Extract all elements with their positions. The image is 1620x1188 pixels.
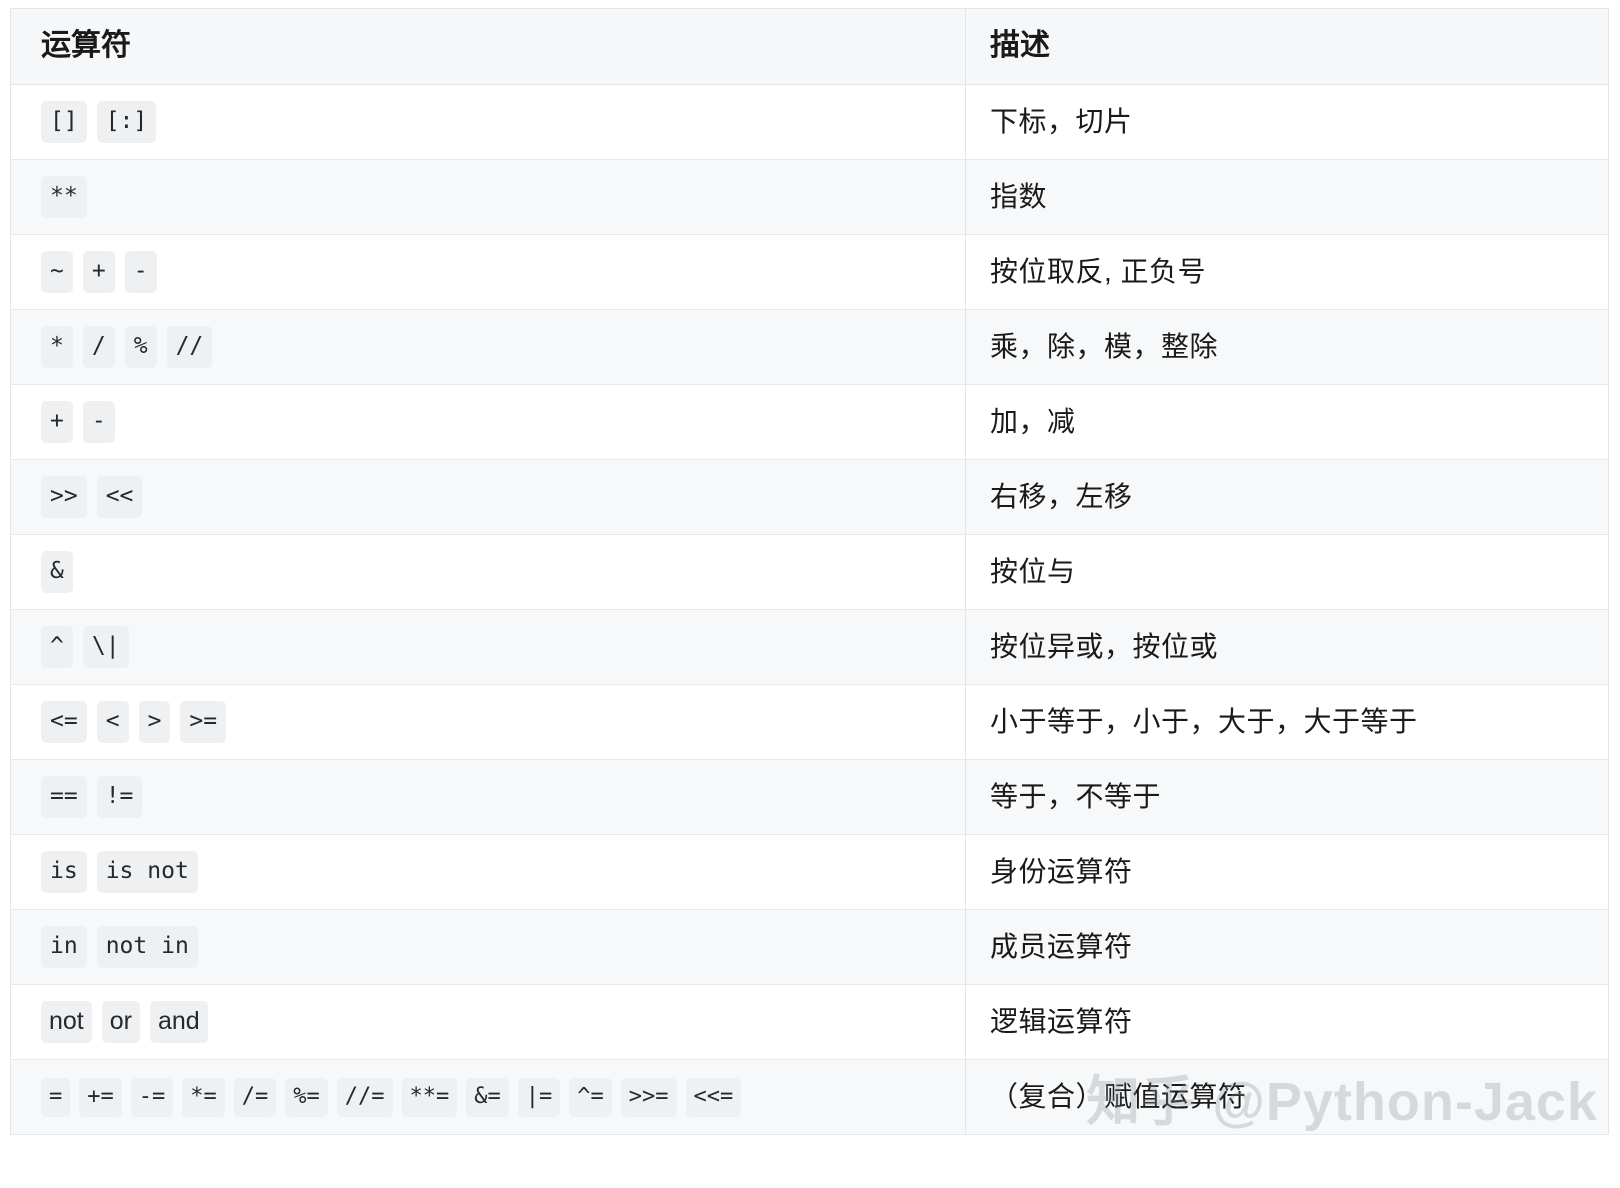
column-header-operator: 运算符 bbox=[10, 8, 966, 85]
table-row: >> << 右移，左移 bbox=[10, 459, 1609, 535]
table-row: ^ \| 按位异或，按位或 bbox=[10, 609, 1609, 685]
operator-badge: >>= bbox=[620, 1077, 677, 1117]
operator-badge: + bbox=[41, 401, 73, 443]
description-cell: 按位异或，按位或 bbox=[965, 609, 1609, 685]
operator-cell: + - bbox=[10, 384, 966, 460]
operator-badge: >> bbox=[41, 476, 87, 518]
operator-cell: <= < > >= bbox=[10, 684, 966, 760]
description-cell: 身份运算符 bbox=[965, 834, 1609, 910]
operator-badge: = bbox=[41, 1077, 71, 1117]
operator-cell: ** bbox=[10, 159, 966, 235]
operator-badge: >= bbox=[180, 701, 227, 743]
description-cell: 乘，除，模，整除 bbox=[965, 309, 1609, 385]
table-row: not or and 逻辑运算符 bbox=[10, 984, 1609, 1060]
operator-cell: in not in bbox=[10, 909, 966, 985]
operator-badge: % bbox=[124, 326, 157, 368]
operator-cell: & bbox=[10, 534, 966, 610]
operator-badge: / bbox=[82, 326, 115, 368]
operator-badge: *= bbox=[182, 1077, 225, 1117]
description-cell: 下标，切片 bbox=[965, 84, 1609, 160]
operator-badge: [:] bbox=[96, 101, 157, 143]
table-header: 运算符 描述 bbox=[10, 8, 1609, 85]
description-cell: 等于，不等于 bbox=[965, 759, 1609, 835]
operator-badge: < bbox=[96, 701, 129, 743]
operator-badge: or bbox=[101, 1001, 140, 1043]
description-cell: 指数 bbox=[965, 159, 1609, 235]
operator-badge: // bbox=[166, 326, 213, 368]
operator-badge: + bbox=[82, 251, 115, 293]
operator-cell: == != bbox=[10, 759, 966, 835]
operator-cell: * /%// bbox=[10, 309, 966, 385]
operator-badge: ^ bbox=[41, 626, 73, 668]
table-header-row: 运算符 描述 bbox=[10, 8, 1609, 85]
operator-badge: |= bbox=[517, 1077, 561, 1117]
table-row: & 按位与 bbox=[10, 534, 1609, 610]
description-cell: 成员运算符 bbox=[965, 909, 1609, 985]
operator-badge: /= bbox=[233, 1077, 277, 1117]
description-cell: 逻辑运算符 bbox=[965, 984, 1609, 1060]
operator-badge: * bbox=[41, 326, 73, 368]
table-row: ~ + - 按位取反, 正负号 bbox=[10, 234, 1609, 310]
table-row: == != 等于，不等于 bbox=[10, 759, 1609, 835]
operator-badge: == bbox=[41, 776, 87, 818]
operator-badge: is not bbox=[96, 851, 198, 893]
operator-badge: & bbox=[41, 551, 73, 593]
operator-badge: **= bbox=[401, 1077, 458, 1117]
description-cell: 右移，左移 bbox=[965, 459, 1609, 535]
operator-cell: [] [:] bbox=[10, 84, 966, 160]
operator-cell: = += -= *=/= %=//= **= &= |= ^= >>= <<= bbox=[10, 1059, 966, 1135]
operator-badge: -= bbox=[130, 1077, 174, 1117]
operator-cell: >> << bbox=[10, 459, 966, 535]
python-operator-precedence-table: 运算符 描述 [] [:] 下标，切片 ** 指数 ~ + - 按位取反, 正负号 * /%//乘，… bbox=[10, 8, 1609, 1135]
operator-badge: - bbox=[82, 401, 115, 443]
operator-badge: ^= bbox=[569, 1077, 612, 1117]
table-row: * /%//乘，除，模，整除 bbox=[10, 309, 1609, 385]
operator-badge: //= bbox=[336, 1077, 393, 1117]
description-cell: 按位与 bbox=[965, 534, 1609, 610]
operator-cell: not or and bbox=[10, 984, 966, 1060]
table-row: + - 加，减 bbox=[10, 384, 1609, 460]
operator-badge: += bbox=[79, 1077, 122, 1117]
description-cell: （复合）赋值运算符 bbox=[965, 1059, 1609, 1135]
operator-badge: in bbox=[41, 926, 87, 968]
operator-badge: - bbox=[124, 251, 157, 293]
operator-badge: %= bbox=[285, 1077, 328, 1117]
operator-badge: > bbox=[138, 701, 171, 743]
column-header-description: 描述 bbox=[965, 8, 1609, 85]
table-row: [] [:] 下标，切片 bbox=[10, 84, 1609, 160]
operator-badge: \| bbox=[82, 626, 129, 668]
operator-badge: and bbox=[150, 1001, 208, 1043]
operator-badge: is bbox=[41, 851, 87, 893]
description-cell: 小于等于，小于，大于，大于等于 bbox=[965, 684, 1609, 760]
operator-cell: ~ + - bbox=[10, 234, 966, 310]
operator-cell: ^ \| bbox=[10, 609, 966, 685]
operator-badge: not in bbox=[96, 926, 198, 968]
operator-badge: &= bbox=[466, 1077, 509, 1117]
description-cell: 按位取反, 正负号 bbox=[965, 234, 1609, 310]
operator-badge: != bbox=[96, 776, 143, 818]
table-body: [] [:] 下标，切片 ** 指数 ~ + - 按位取反, 正负号 * /%//乘，除，模，整除 +… bbox=[10, 84, 1609, 1135]
operator-cell: is is not bbox=[10, 834, 966, 910]
table-row: <= < > >= 小于等于，小于，大于，大于等于 bbox=[10, 684, 1609, 760]
table-row: = += -= *=/= %=//= **= &= |= ^= >>= <<= （复合）赋值运算符 bbox=[10, 1059, 1609, 1135]
operator-badge: <<= bbox=[685, 1077, 742, 1117]
page-root: 运算符 描述 [] [:] 下标，切片 ** 指数 ~ + - 按位取反, 正负号 * /%//乘，… bbox=[0, 0, 1620, 1188]
description-cell: 加，减 bbox=[965, 384, 1609, 460]
operator-badge: << bbox=[96, 476, 143, 518]
table-row: is is not 身份运算符 bbox=[10, 834, 1609, 910]
table-row: ** 指数 bbox=[10, 159, 1609, 235]
operator-badge: ** bbox=[41, 176, 87, 218]
table-row: in not in 成员运算符 bbox=[10, 909, 1609, 985]
operator-badge: not bbox=[41, 1001, 92, 1043]
operator-badge: ~ bbox=[41, 251, 73, 293]
operator-badge: <= bbox=[41, 701, 87, 743]
operator-badge: [] bbox=[41, 101, 87, 143]
